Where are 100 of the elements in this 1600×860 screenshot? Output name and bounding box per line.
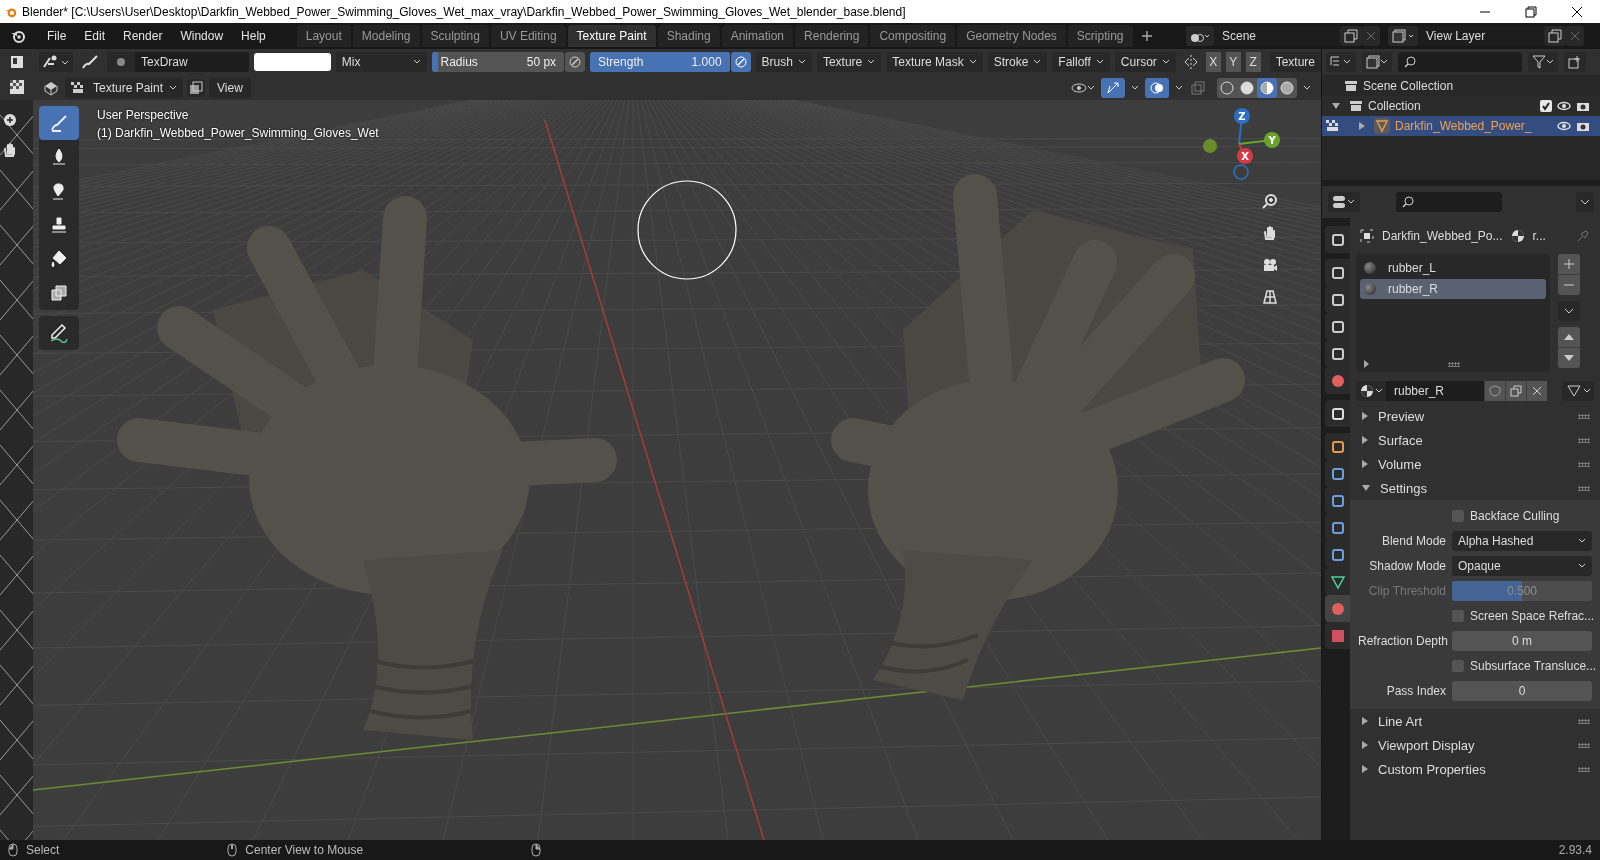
disclosure-icon[interactable]	[1359, 122, 1365, 130]
workspace-tab[interactable]: Rendering	[795, 25, 869, 47]
menu-item[interactable]: Edit	[75, 29, 115, 43]
panel-header[interactable]: Line Art	[1356, 709, 1594, 733]
number-field[interactable]: 0	[1452, 681, 1592, 701]
workspace-tab[interactable]: Animation	[721, 25, 794, 47]
eye-icon[interactable]	[1557, 121, 1571, 131]
material-browse-button[interactable]	[1356, 381, 1386, 401]
axis-toggle[interactable]: X	[1205, 52, 1221, 72]
hand-icon[interactable]	[2, 142, 18, 158]
blender-logo-icon[interactable]	[10, 28, 26, 44]
menu-item[interactable]: Help	[232, 29, 275, 43]
header-menu[interactable]: Falloff	[1052, 52, 1110, 72]
fake-user-button[interactable]	[1484, 381, 1505, 401]
material-name-field[interactable]: rubber_R	[1386, 381, 1484, 401]
panel-header[interactable]: Viewport Display	[1356, 733, 1594, 757]
caret-icon[interactable]	[1173, 84, 1185, 91]
panel-header[interactable]: Settings	[1356, 476, 1594, 500]
overlay-toggle-icon[interactable]	[1145, 77, 1169, 98]
gizmo-toggle-icon[interactable]	[1101, 77, 1125, 98]
view-menu[interactable]: View	[209, 77, 251, 98]
mask-toggle-icon[interactable]	[187, 78, 206, 97]
material-slot[interactable]: rubber_R	[1360, 279, 1546, 299]
number-field[interactable]: 0 m	[1452, 631, 1592, 651]
workspace-tab[interactable]: Texture Paint	[567, 25, 656, 47]
editor-type-icon[interactable]	[9, 54, 24, 69]
panel-header[interactable]: Volume	[1356, 452, 1594, 476]
caret-icon[interactable]	[1576, 192, 1594, 212]
workspace-tab[interactable]: Layout	[296, 25, 351, 47]
zoom-icon[interactable]	[2, 112, 18, 128]
material-slot[interactable]: rubber_L	[1360, 258, 1546, 278]
resize-handle-icon[interactable]	[1448, 361, 1460, 367]
copy-icon[interactable]	[1340, 26, 1362, 46]
pressure-icon[interactable]	[730, 52, 751, 72]
workspace-tab[interactable]: Geometry Nodes	[957, 25, 1066, 47]
workspace-tab[interactable]: Sculpting	[421, 25, 489, 47]
navigation-gizmo[interactable]: Z Y X	[1193, 102, 1283, 182]
editor-type-icon[interactable]	[41, 79, 61, 96]
panel-header[interactable]: Surface	[1356, 428, 1594, 452]
color-swatch[interactable]	[254, 53, 331, 71]
caret-icon[interactable]	[1129, 84, 1141, 91]
workspace-tab[interactable]: Scripting	[1067, 25, 1133, 47]
eye-icon[interactable]	[1069, 80, 1097, 95]
disclosure-icon[interactable]	[1332, 103, 1340, 109]
search-field[interactable]	[1398, 52, 1522, 72]
panel-header[interactable]: Custom Properties	[1356, 757, 1594, 781]
checkbox[interactable]	[1540, 100, 1552, 112]
strength-slider[interactable]: Strength 1.000	[590, 52, 730, 72]
header-menu[interactable]: Texture Mask	[886, 52, 983, 72]
texture-slots-menu[interactable]: Texture	[1269, 52, 1321, 72]
close-icon[interactable]	[1362, 26, 1380, 46]
workspace-tab[interactable]: Modeling	[352, 25, 420, 47]
panel-header[interactable]: Preview	[1356, 404, 1594, 428]
move-down-button[interactable]	[1558, 347, 1580, 368]
workspace-tab[interactable]: Compositing	[870, 25, 956, 47]
view-layer-field[interactable]: View Layer	[1418, 26, 1544, 46]
display-mode-icon[interactable]	[1362, 52, 1392, 72]
new-collection-icon[interactable]	[1564, 52, 1586, 72]
menu-item[interactable]: Render	[114, 29, 172, 43]
pressure-icon[interactable]	[565, 52, 586, 72]
header-menu[interactable]: Cursor	[1114, 52, 1176, 72]
header-menu[interactable]: Texture	[816, 52, 882, 72]
close-icon[interactable]	[1566, 26, 1584, 46]
radius-slider[interactable]: Radius 50 px	[432, 52, 565, 72]
brush-selector[interactable]: TexDraw	[107, 52, 249, 72]
outliner-row[interactable]: Scene Collection	[1322, 76, 1600, 96]
axis-toggle[interactable]: Z	[1245, 52, 1261, 72]
image-stack-icon[interactable]	[1388, 26, 1418, 46]
pin-icon[interactable]	[1576, 229, 1590, 243]
expand-icon[interactable]	[1364, 360, 1369, 368]
dropdown[interactable]: Opaque	[1452, 556, 1592, 576]
outliner-row[interactable]: Darkfin_Webbed_Power_	[1322, 116, 1600, 136]
axis-toggle[interactable]: Y	[1225, 52, 1241, 72]
duplicate-button[interactable]	[1505, 381, 1526, 401]
editor-type-icon[interactable]	[1328, 192, 1360, 212]
remove-slot-button[interactable]	[1558, 274, 1580, 295]
scene-name-field[interactable]: Scene	[1214, 26, 1340, 46]
search-field[interactable]	[1396, 192, 1502, 212]
brush-icon[interactable]	[39, 106, 79, 140]
move-up-button[interactable]	[1558, 327, 1580, 347]
blend-dropdown[interactable]: Mix	[335, 52, 428, 72]
add-slot-button[interactable]	[1558, 254, 1580, 274]
caret-icon[interactable]	[1301, 84, 1313, 91]
dropdown[interactable]: Alpha Hashed	[1452, 531, 1592, 551]
checkbox[interactable]	[1452, 660, 1464, 672]
unlink-button[interactable]	[1526, 381, 1547, 401]
header-menu[interactable]: Stroke	[987, 52, 1048, 72]
filter-icon[interactable]	[1528, 52, 1558, 72]
menu-item[interactable]: File	[38, 29, 76, 43]
copy-icon[interactable]	[1544, 26, 1566, 46]
menu-item[interactable]: Window	[171, 29, 233, 43]
eye-icon[interactable]	[1557, 101, 1571, 111]
header-menu[interactable]: Brush	[755, 52, 812, 72]
mode-dropdown[interactable]: Texture Paint	[65, 77, 184, 98]
workspace-tab[interactable]: UV Editing	[490, 25, 566, 47]
workspace-tab[interactable]: Shading	[657, 25, 720, 47]
checkbox[interactable]	[1452, 610, 1464, 622]
link-mode-button[interactable]	[1562, 381, 1594, 401]
checkbox[interactable]	[1452, 510, 1464, 522]
shading-mode-icon[interactable]	[1257, 77, 1277, 98]
